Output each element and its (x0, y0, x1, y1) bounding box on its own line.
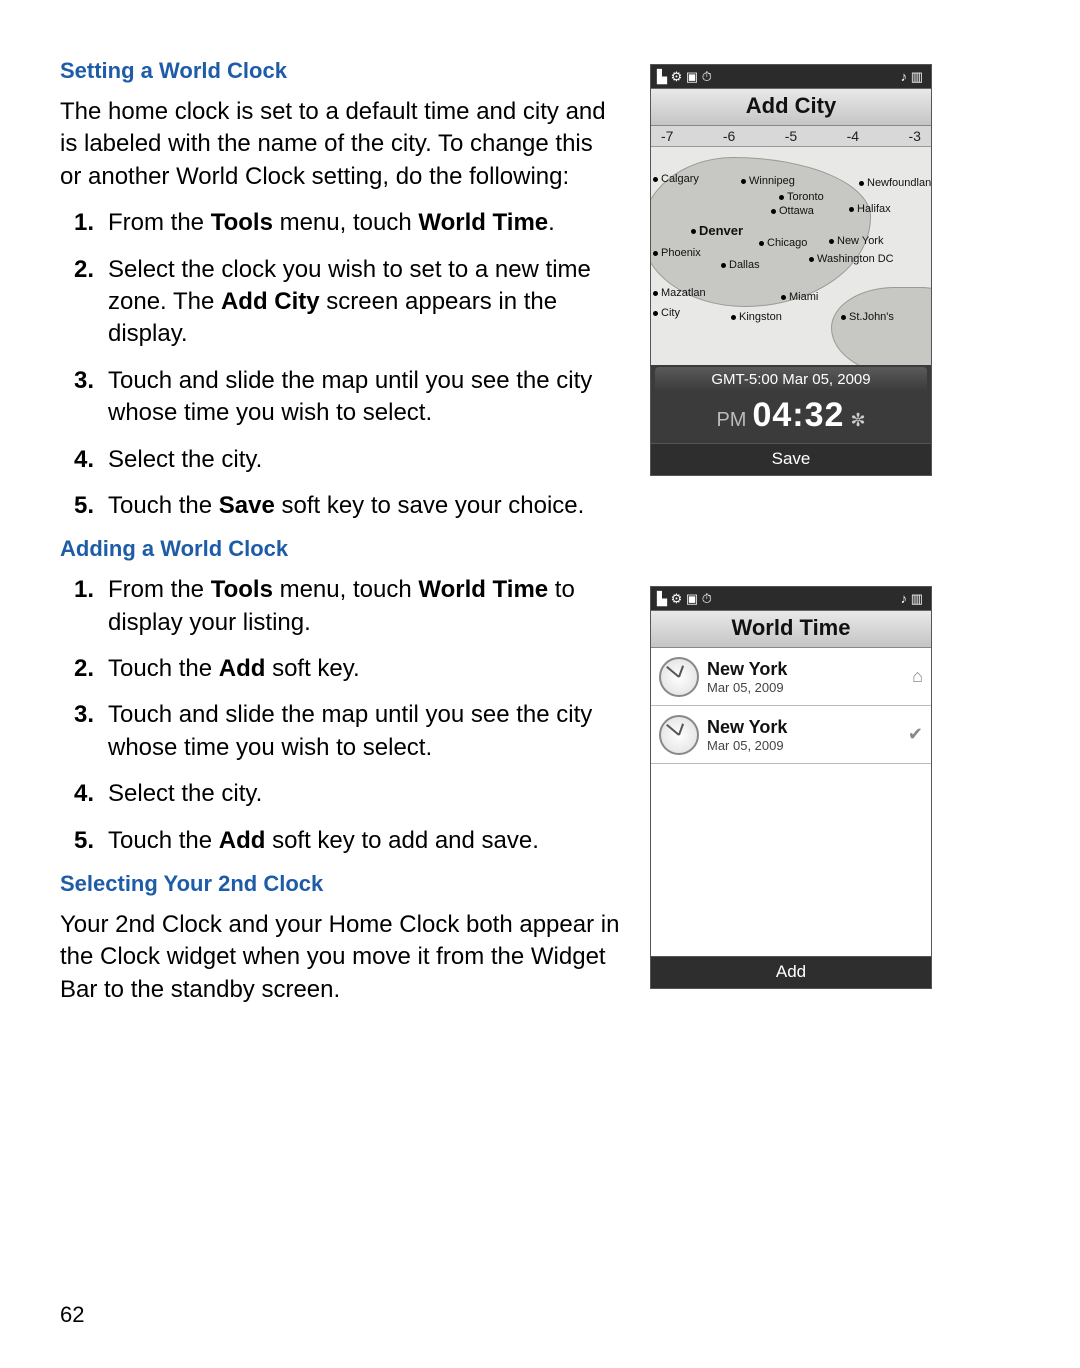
step-item: 1.From the Tools menu, touch World Time … (60, 574, 620, 639)
step-number: 5. (60, 825, 108, 857)
step-item: 3.Touch and slide the map until you see … (60, 699, 620, 764)
map-city-label[interactable]: City (653, 307, 680, 319)
step-body: From the Tools menu, touch World Time to… (108, 574, 620, 639)
step-number: 2. (60, 653, 108, 685)
step-item: 1.From the Tools menu, touch World Time. (60, 207, 620, 239)
step-body: Select the city. (108, 778, 620, 810)
clock-icon (659, 657, 699, 697)
status-bar: ▙ ⚙ ▣ ⏱ ♪ ▥ (651, 65, 931, 89)
heading-selecting: Selecting Your 2nd Clock (60, 871, 620, 897)
step-number: 4. (60, 778, 108, 810)
step-number: 4. (60, 444, 108, 476)
map-city-label[interactable]: Ottawa (771, 205, 814, 217)
world-time-row[interactable]: New YorkMar 05, 2009✔ (651, 706, 931, 764)
city-name: New York (707, 717, 908, 738)
step-body: Touch and slide the map until you see th… (108, 365, 620, 430)
ampm-label: PM (716, 409, 746, 432)
home-icon: ⌂ (912, 666, 923, 687)
step-item: 5.Touch the Save soft key to save your c… (60, 490, 620, 522)
row-text: New YorkMar 05, 2009 (707, 717, 908, 753)
add-softkey[interactable]: Add (651, 956, 931, 988)
save-softkey[interactable]: Save (651, 443, 931, 475)
ruler-tick: -7 (661, 128, 673, 144)
ruler-tick: -5 (785, 128, 797, 144)
status-icons-left: ▙ ⚙ ▣ ⏱ (657, 69, 712, 85)
dst-icon[interactable]: ✼ (850, 410, 865, 431)
city-date: Mar 05, 2009 (707, 738, 908, 753)
heading-adding: Adding a World Clock (60, 536, 620, 562)
map-area[interactable]: Winnipeg Calgary Toronto Newfoundland Ottawa… (651, 147, 931, 365)
title-bar: World Time (651, 611, 931, 648)
step-body: Touch the Save soft key to save your cho… (108, 490, 620, 522)
screenshot-world-time: ▙ ⚙ ▣ ⏱ ♪ ▥ World Time New YorkMar 05, 2… (650, 586, 932, 989)
step-body: Select the clock you wish to set to a ne… (108, 254, 620, 351)
step-body: Touch the Add soft key to add and save. (108, 825, 620, 857)
intro-setting: The home clock is set to a default time … (60, 96, 620, 193)
status-icons-left: ▙ ⚙ ▣ ⏱ (657, 591, 712, 607)
step-body: Select the city. (108, 444, 620, 476)
map-city-label[interactable]: Denver (691, 223, 743, 238)
page-number: 62 (60, 1302, 84, 1328)
step-number: 3. (60, 699, 108, 764)
gmt-bar: GMT-5:00 Mar 05, 2009 (655, 367, 927, 392)
title-bar: Add City (651, 89, 931, 126)
time-value: 04:32 (752, 396, 844, 435)
ruler-tick: -3 (909, 128, 921, 144)
clock-icon (659, 715, 699, 755)
status-icons-right: ♪ ▥ (901, 591, 923, 607)
step-item: 2.Touch the Add soft key. (60, 653, 620, 685)
map-city-label[interactable]: St.John's (841, 311, 894, 323)
step-number: 5. (60, 490, 108, 522)
step-item: 4.Select the city. (60, 444, 620, 476)
status-bar: ▙ ⚙ ▣ ⏱ ♪ ▥ (651, 587, 931, 611)
map-city-label[interactable]: Phoenix (653, 247, 701, 259)
screenshot-add-city: ▙ ⚙ ▣ ⏱ ♪ ▥ Add City -7 -6 -5 -4 -3 Winnipeg… (650, 64, 932, 476)
map-city-label[interactable]: Kingston (731, 311, 782, 323)
ruler-tick: -6 (723, 128, 735, 144)
world-time-row[interactable]: New YorkMar 05, 2009⌂ (651, 648, 931, 706)
step-item: 3.Touch and slide the map until you see … (60, 365, 620, 430)
city-date: Mar 05, 2009 (707, 680, 912, 695)
map-city-label[interactable]: Miami (781, 291, 818, 303)
para-selecting: Your 2nd Clock and your Home Clock both … (60, 909, 620, 1006)
steps-setting: 1.From the Tools menu, touch World Time.… (60, 207, 620, 522)
step-number: 2. (60, 254, 108, 351)
map-city-label[interactable]: Washington DC (809, 253, 894, 265)
ruler-tick: -4 (847, 128, 859, 144)
map-city-label[interactable]: Halifax (849, 203, 891, 215)
map-city-label[interactable]: New York (829, 235, 883, 247)
steps-adding: 1.From the Tools menu, touch World Time … (60, 574, 620, 857)
image-column: ▙ ⚙ ▣ ⏱ ♪ ▥ Add City -7 -6 -5 -4 -3 Winnipeg… (650, 58, 940, 1020)
status-icons-right: ♪ ▥ (901, 69, 923, 85)
step-item: 5.Touch the Add soft key to add and save… (60, 825, 620, 857)
row-text: New YorkMar 05, 2009 (707, 659, 912, 695)
step-item: 4.Select the city. (60, 778, 620, 810)
time-bar: PM 04:32 ✼ (651, 392, 931, 443)
map-city-label[interactable]: Toronto (779, 191, 824, 203)
city-name: New York (707, 659, 912, 680)
map-city-label[interactable]: Winnipeg (741, 175, 795, 187)
step-body: From the Tools menu, touch World Time. (108, 207, 620, 239)
step-body: Touch and slide the map until you see th… (108, 699, 620, 764)
step-number: 1. (60, 207, 108, 239)
timezone-ruler: -7 -6 -5 -4 -3 (651, 126, 931, 147)
map-city-label[interactable]: Dallas (721, 259, 760, 271)
heading-setting: Setting a World Clock (60, 58, 620, 84)
check-icon: ✔ (908, 724, 923, 745)
step-number: 3. (60, 365, 108, 430)
map-city-label[interactable]: Chicago (759, 237, 807, 249)
world-time-list: New YorkMar 05, 2009⌂New YorkMar 05, 200… (651, 648, 931, 956)
step-number: 1. (60, 574, 108, 639)
step-body: Touch the Add soft key. (108, 653, 620, 685)
map-city-label[interactable]: Calgary (653, 173, 699, 185)
map-city-label[interactable]: Mazatlan (653, 287, 706, 299)
text-column: Setting a World Clock The home clock is … (60, 58, 620, 1020)
step-item: 2.Select the clock you wish to set to a … (60, 254, 620, 351)
map-city-label[interactable]: Newfoundland (859, 177, 931, 189)
